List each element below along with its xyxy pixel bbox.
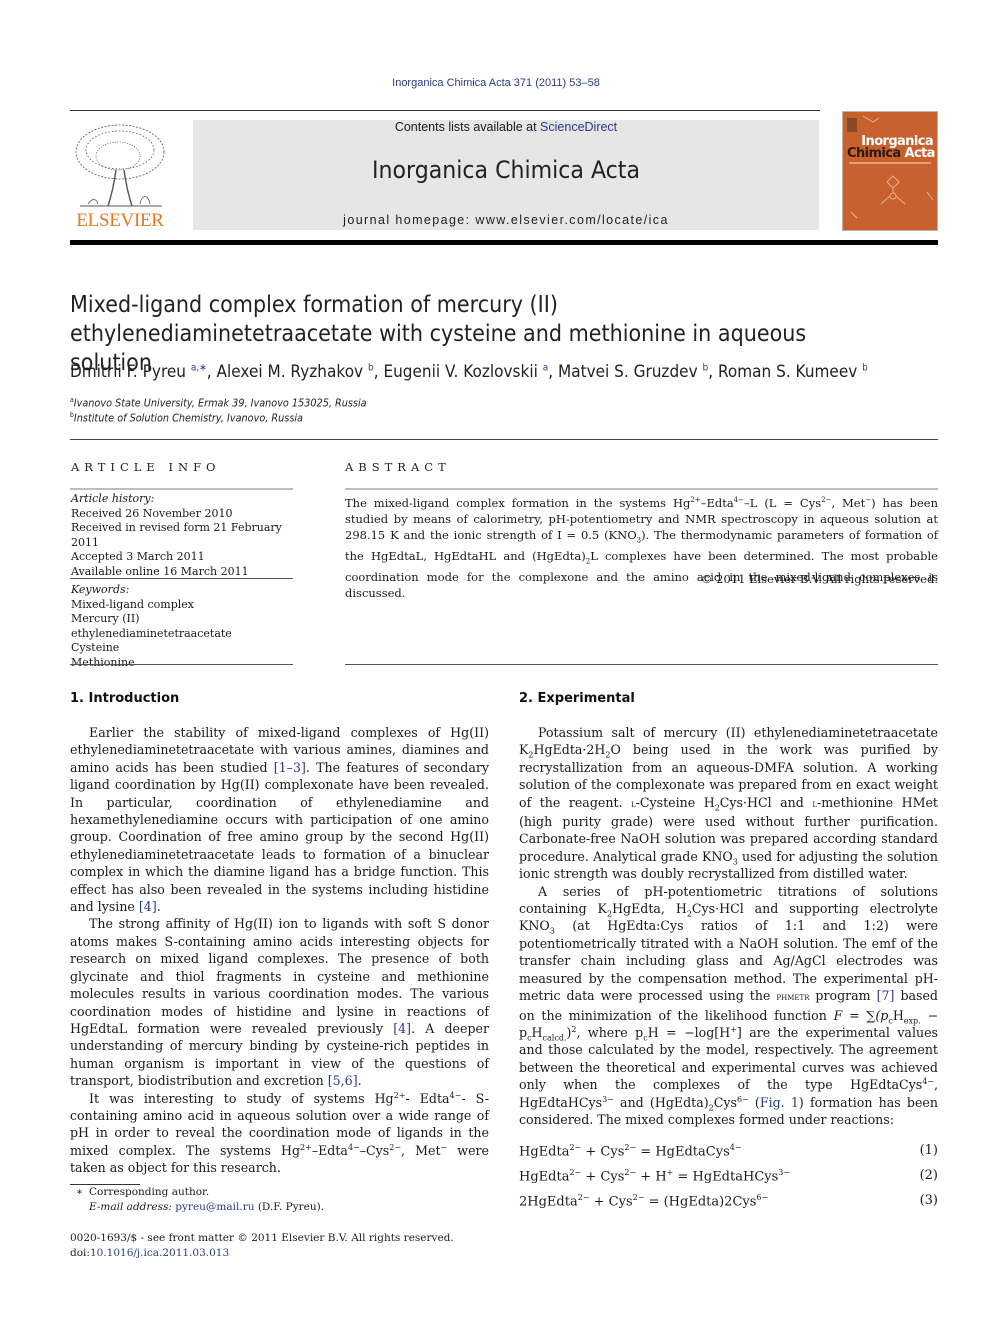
sciencedirect-link[interactable]: ScienceDirect [540, 120, 617, 134]
doi-line: doi:10.1016/j.ica.2011.03.013 [70, 1246, 230, 1259]
author-name: Matvei S. Gruzdev [557, 362, 703, 382]
equation-number: (3) [919, 1193, 938, 1208]
equation-2: HgEdta2− + Cys2− + H+ = HgEdtaHCys3− (2) [519, 1168, 938, 1185]
author-name: Eugenii V. Kozlovskii [383, 362, 543, 382]
experimental-body: Potassium salt of mercury (II) ethylened… [519, 724, 938, 1128]
keywords: Keywords: Mixed-ligand complex Mercury (… [71, 583, 301, 670]
author-name: Roman S. Kumeev [717, 362, 863, 382]
keyword-item: Cysteine [71, 641, 120, 654]
author-separator: , [373, 362, 384, 382]
keyword-item: Methionine [71, 655, 135, 669]
author-separator: , [206, 362, 217, 382]
journal-homepage[interactable]: journal homepage: www.elsevier.com/locat… [193, 213, 819, 227]
keyword-item: Mercury (II) ethylenediaminetetraacetate [71, 612, 232, 640]
figure-link[interactable]: Fig. 1 [760, 1095, 799, 1110]
front-matter-text: 0020-1693/$ - see front matter © 2011 El… [70, 1232, 454, 1244]
article-info-heading: ARTICLE INFO [71, 460, 221, 474]
history-item: Available online 16 March 2011 [71, 564, 249, 578]
reference-link[interactable]: [5,6] [328, 1073, 358, 1088]
abstract-heading: ABSTRACT [345, 460, 451, 474]
author-affiliation-mark[interactable]: a,∗ [191, 362, 207, 373]
article-history-label: Article history: [71, 492, 155, 505]
keyword-item: Mixed-ligand complex [71, 597, 194, 611]
equation-number: (1) [919, 1143, 938, 1158]
equation-1: HgEdta2− + Cys2− = HgEdtaCys4− (1) [519, 1143, 938, 1160]
doi-link[interactable]: 10.1016/j.ica.2011.03.013 [90, 1247, 229, 1259]
abstract-rule [345, 488, 938, 490]
reference-link[interactable]: [7] [877, 988, 895, 1003]
affiliation-text: Institute of Solution Chemistry, Ivanovo… [73, 411, 303, 425]
header-rule [70, 110, 820, 111]
email-link[interactable]: pyreu@mail.ru [175, 1201, 254, 1213]
paragraph: The strong affinity of Hg(II) ion to lig… [70, 916, 489, 1089]
keywords-label: Keywords: [71, 583, 130, 596]
journal-citation[interactable]: Inorganica Chimica Acta 371 (2011) 53–58 [0, 77, 992, 89]
author-separator: , [708, 362, 718, 382]
paragraph: Potassium salt of mercury (II) ethylened… [519, 725, 938, 882]
affiliation-text: Ivanovo State University, Ermak 39, Ivan… [73, 396, 367, 410]
introduction-body: Earlier the stability of mixed-ligand co… [70, 724, 489, 1177]
article-history: Article history: Received 26 November 20… [71, 492, 301, 579]
affiliation-b: bInstitute of Solution Chemistry, Ivanov… [70, 411, 303, 425]
equation-number: (2) [919, 1168, 938, 1183]
front-matter-note: 0020-1693/$ - see front matter © 2011 El… [70, 1231, 500, 1260]
reference-link[interactable]: [1–3] [274, 760, 306, 775]
abstract-bottom-rule [345, 664, 938, 665]
paragraph: Earlier the stability of mixed-ligand co… [70, 725, 490, 915]
paragraph: A series of pH-potentiometric titrations… [519, 883, 939, 1127]
paragraph: It was interesting to study of systems H… [70, 1090, 489, 1176]
title-rule [70, 439, 938, 440]
reference-link[interactable]: [4] [393, 1021, 411, 1036]
cover-molecule-icon [847, 115, 934, 219]
info-divider [70, 578, 293, 579]
section-heading-introduction: 1. Introduction [70, 691, 180, 706]
author-name: Alexei M. Ryzhakov [216, 362, 368, 382]
affiliation-a: aIvanovo State University, Ermak 39, Iva… [70, 396, 367, 410]
journal-cover-image: Inorganica Chimica Acta [842, 111, 938, 231]
corresponding-author-note: ∗ Corresponding author. E-mail address: p… [75, 1186, 325, 1213]
equation-3: 2HgEdta2− + Cys2− = (HgEdta)2Cys6− (3) [519, 1193, 938, 1210]
history-item: Received in revised form 21 February 201… [71, 521, 282, 549]
author-affiliation-mark[interactable]: b [862, 362, 868, 373]
author-separator: , [548, 362, 558, 382]
author-list: Dmitrii F. Pyreu a,∗, Alexei M. Ryzhakov… [70, 362, 961, 382]
contents-prefix: Contents lists available at [394, 120, 541, 134]
section-heading-experimental: 2. Experimental [519, 691, 635, 706]
abstract-copyright: © 2011 Elsevier B.V. All rights reserved… [701, 572, 938, 586]
author-name: Dmitrii F. Pyreu [70, 362, 191, 382]
history-item: Accepted 3 March 2011 [71, 550, 205, 563]
header-thick-rule [70, 240, 938, 245]
reference-link[interactable]: [4] [139, 899, 157, 914]
elsevier-wordmark: ELSEVIER [76, 210, 164, 231]
info-bottom-rule [70, 664, 293, 665]
history-item: Received 26 November 2010 [71, 506, 233, 520]
contents-line: Contents lists available at ScienceDirec… [193, 120, 819, 134]
journal-name: Inorganica Chimica Acta [371, 156, 640, 184]
article-info-rule [70, 488, 293, 490]
